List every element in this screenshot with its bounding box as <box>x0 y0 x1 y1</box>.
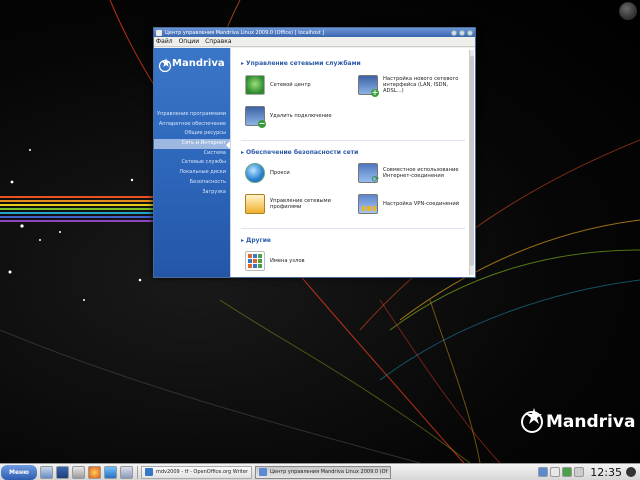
task-label: mdv2009 - tf - OpenOffice.org Writer <box>156 469 248 475</box>
item-label: Сетевой центр <box>270 82 311 88</box>
section-title: ▸ Обеспечение безопасности сети <box>241 149 358 156</box>
taskbar-separator <box>137 465 138 479</box>
sidebar-logo-text: Mandriva <box>172 58 225 69</box>
item-new-interface[interactable]: Настройка нового сетевого интерфейса (LA… <box>358 75 463 97</box>
main-panel: ▸ Управление сетевыми службами Сетевой це… <box>230 48 475 277</box>
clock[interactable]: 12:35 <box>590 466 622 479</box>
desktop-mandriva-logo: Mandriva <box>518 406 638 436</box>
vpn-icon <box>358 194 378 214</box>
close-button[interactable] <box>467 29 473 36</box>
clipboard-tray-icon[interactable] <box>574 467 585 477</box>
section-bullet-icon: ▸ <box>241 60 245 67</box>
update-tray-icon[interactable] <box>562 467 573 477</box>
minimize-button[interactable] <box>451 29 457 36</box>
network-center-icon <box>245 75 265 95</box>
menubar: Файл Опции Справка <box>154 37 475 47</box>
control-center-window: Центр управления Mandriva Linux 2009.0 (… <box>153 27 476 278</box>
task-label: Центр управления Mandriva Linux 2009.0 (… <box>270 469 388 475</box>
item-label: Прокси <box>270 170 290 176</box>
proxy-globe-icon <box>245 163 265 183</box>
sidebar-item-security[interactable]: Безопасность <box>154 178 226 188</box>
item-label: Совместное использование Интернет-соедин… <box>383 167 459 179</box>
sparkles <box>8 149 142 301</box>
menu-file[interactable]: Файл <box>156 38 173 45</box>
maximize-button[interactable] <box>459 29 465 36</box>
item-proxy[interactable]: Прокси <box>245 163 350 183</box>
control-center-task-icon <box>259 468 267 476</box>
section-divider <box>241 228 465 229</box>
sidebar-item-sharing[interactable]: Общие ресурсы <box>154 129 226 139</box>
window-app-icon[interactable] <box>156 29 162 36</box>
show-desktop-icon[interactable] <box>40 465 53 479</box>
email-icon[interactable] <box>104 465 117 479</box>
item-network-center[interactable]: Сетевой центр <box>245 75 350 95</box>
item-internet-sharing[interactable]: Совместное использование Интернет-соедин… <box>358 163 463 185</box>
item-network-profiles[interactable]: Управление сетевыми профилями <box>245 194 350 214</box>
menu-help[interactable]: Справка <box>205 38 231 45</box>
section-title: ▸ Другие <box>241 237 271 244</box>
remove-connection-icon <box>245 106 266 128</box>
desktop-logo-text: Mandriva <box>546 412 636 432</box>
start-menu-label: Меню <box>8 468 30 476</box>
terminal-icon[interactable] <box>56 465 69 479</box>
item-remove-connection[interactable]: Удалить подключение <box>245 106 350 128</box>
section-title-text: Обеспечение безопасности сети <box>246 149 359 156</box>
network-profiles-icon <box>245 194 265 214</box>
item-label: Настройка нового сетевого интерфейса (LA… <box>383 76 459 94</box>
internet-sharing-icon <box>358 163 379 185</box>
sidebar-item-network-services[interactable]: Сетевые службы <box>154 158 226 168</box>
vertical-scrollbar[interactable] <box>469 50 474 275</box>
item-vpn[interactable]: Настройка VPN-соединений <box>358 194 463 214</box>
item-label: Настройка VPN-соединений <box>383 201 460 207</box>
window-content: Mandriva Управление программами Аппаратн… <box>154 48 475 277</box>
mandriva-star-icon <box>158 58 172 73</box>
item-hostnames[interactable]: Имена узлов <box>245 251 350 271</box>
new-interface-icon <box>358 75 379 97</box>
sidebar-item-boot[interactable]: Загрузка <box>154 188 226 198</box>
section-divider <box>241 140 465 141</box>
scrollbar-thumb[interactable] <box>470 56 474 266</box>
taskbar: Меню mdv2009 - tf - OpenOffice.org Write… <box>0 463 640 480</box>
mandriva-star-icon <box>521 408 543 433</box>
sidebar-item-network[interactable]: Сеть и Интернет <box>154 139 230 149</box>
writer-icon <box>145 468 153 476</box>
control-center-icon[interactable] <box>72 465 85 479</box>
sidebar: Mandriva Управление программами Аппаратн… <box>154 48 231 277</box>
start-menu-button[interactable]: Меню <box>1 464 37 480</box>
window-title: Центр управления Mandriva Linux 2009.0 (… <box>165 29 325 36</box>
desktop-corner-button[interactable] <box>619 2 637 20</box>
section-bullet-icon: ▸ <box>241 149 245 156</box>
section-title: ▸ Управление сетевыми службами <box>241 60 361 67</box>
sidebar-nav: Управление программами Аппаратное обеспе… <box>154 110 230 198</box>
volume-tray-icon[interactable] <box>550 467 561 477</box>
system-tray: 12:35 <box>536 466 640 479</box>
hostnames-icon <box>245 251 265 271</box>
sidebar-item-hardware[interactable]: Аппаратное обеспечение <box>154 120 226 130</box>
window-titlebar[interactable]: Центр управления Mandriva Linux 2009.0 (… <box>154 28 475 37</box>
item-label: Управление сетевыми профилями <box>270 198 331 210</box>
logout-icon[interactable] <box>626 467 636 477</box>
menu-options[interactable]: Опции <box>179 38 200 45</box>
section-bullet-icon: ▸ <box>241 237 245 244</box>
network-tray-icon[interactable] <box>538 467 549 477</box>
sidebar-logo: Mandriva <box>158 57 228 75</box>
task-writer[interactable]: mdv2009 - tf - OpenOffice.org Writer <box>141 465 252 479</box>
section-title-text: Другие <box>246 237 271 244</box>
sidebar-item-software[interactable]: Управление программами <box>154 110 226 120</box>
item-label: Удалить подключение <box>270 113 332 119</box>
sidebar-item-system[interactable]: Система <box>154 149 226 159</box>
task-control-center[interactable]: Центр управления Mandriva Linux 2009.0 (… <box>255 465 392 479</box>
item-label: Имена узлов <box>270 258 305 264</box>
section-title-text: Управление сетевыми службами <box>246 60 361 67</box>
firefox-icon[interactable] <box>88 465 101 479</box>
sidebar-item-local-disks[interactable]: Локальные диски <box>154 168 226 178</box>
rainbow-stripes <box>0 196 165 222</box>
files-icon[interactable] <box>120 465 133 479</box>
